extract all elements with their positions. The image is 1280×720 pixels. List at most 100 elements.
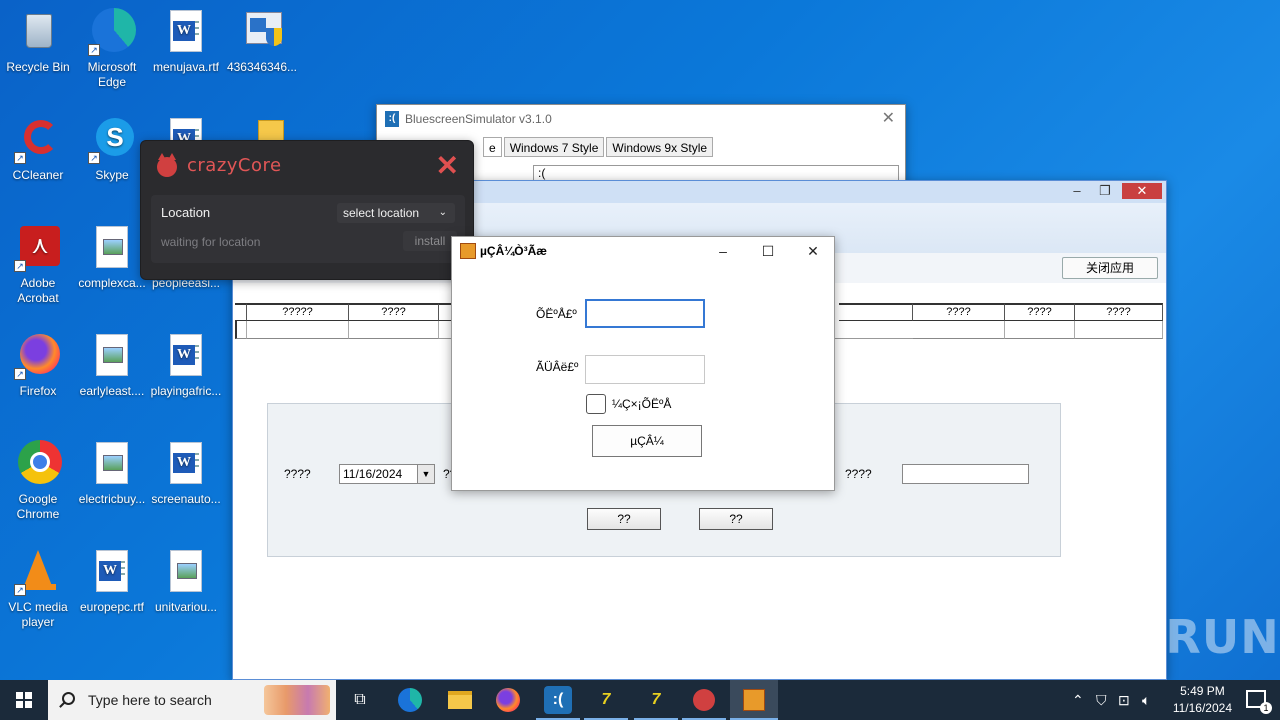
- restore-icon[interactable]: ❐: [1092, 183, 1118, 199]
- remember-checkbox[interactable]: [586, 394, 606, 414]
- desktop-icon-electricbuy[interactable]: electricbuy...: [74, 440, 150, 507]
- location-select[interactable]: select location ⌄: [337, 203, 455, 223]
- taskbar-firefox-icon[interactable]: [494, 686, 522, 714]
- taskbar-login-app-icon[interactable]: [740, 686, 768, 714]
- word-document-icon: W: [88, 548, 136, 596]
- desktop-icon-complexca[interactable]: complexca...: [74, 224, 150, 291]
- grid-cell[interactable]: [349, 321, 439, 339]
- desktop-icon-label: playingafric...: [150, 384, 222, 398]
- grid-row-indicator: [235, 321, 247, 339]
- shortcut-arrow-icon: ↗: [88, 44, 100, 56]
- clock-date: 11/16/2024: [1172, 701, 1232, 715]
- devil-logo-icon: [157, 153, 177, 177]
- close-icon[interactable]: ✕: [1122, 183, 1162, 199]
- chevron-down-icon[interactable]: ▼: [417, 465, 434, 483]
- taskbar-crazycore-icon[interactable]: [690, 686, 718, 714]
- windows-logo-icon: [16, 692, 32, 708]
- grid-cell[interactable]: [1075, 321, 1163, 339]
- desktop-icon-adobe-acrobat[interactable]: ⋏ ↗ Adobe Acrobat: [0, 224, 76, 306]
- desktop-icon-earlyleast[interactable]: earlyleast....: [74, 332, 150, 399]
- grid-cell[interactable]: [913, 321, 1005, 339]
- clock[interactable]: 5:49 PM 11/16/2024: [1173, 683, 1232, 717]
- network-icon[interactable]: ⊡: [1118, 680, 1130, 720]
- app-icon: [460, 243, 476, 259]
- login-button[interactable]: µÇÂ¼: [592, 425, 702, 457]
- reset-button[interactable]: ??: [699, 508, 773, 530]
- search-highlight-image: [264, 685, 330, 715]
- image-file-icon: [88, 440, 136, 488]
- security-icon[interactable]: ⛉: [1096, 680, 1107, 720]
- desktop-icon-google-chrome[interactable]: Google Chrome: [0, 440, 76, 522]
- username-label: ÕËºÅ£º: [536, 307, 577, 321]
- tab-windows-7-style[interactable]: Windows 7 Style: [503, 137, 605, 157]
- desktop-icon-label: Recycle Bin: [6, 60, 70, 74]
- desktop-icon-skype[interactable]: S ↗ Skype: [74, 116, 150, 183]
- password-label: ÃÜÂë£º: [536, 360, 579, 374]
- grid-header-cell[interactable]: ????: [1005, 303, 1075, 321]
- grid-header-cell[interactable]: ????: [1075, 303, 1163, 321]
- install-button[interactable]: install: [403, 231, 457, 251]
- desktop-icon-menujava[interactable]: W menujava.rtf: [148, 8, 224, 75]
- grid-header-cell[interactable]: [839, 303, 913, 321]
- chevron-up-icon[interactable]: ⌃: [1072, 680, 1084, 720]
- taskbar-7zip-icon[interactable]: 7: [642, 686, 670, 714]
- taskbar-file-explorer-icon[interactable]: [446, 686, 474, 714]
- username-input[interactable]: [585, 299, 705, 328]
- tab-windows-9x-style[interactable]: Windows 9x Style: [606, 137, 714, 157]
- taskbar-7zip-icon[interactable]: 7: [592, 686, 620, 714]
- location-label: Location: [161, 205, 211, 220]
- close-icon[interactable]: ✕: [882, 105, 895, 133]
- grid-cell[interactable]: [1005, 321, 1075, 339]
- grid-header-cell[interactable]: ?????: [247, 303, 349, 321]
- desktop-icon-recycle-bin[interactable]: Recycle Bin: [0, 8, 76, 75]
- window-titlebar[interactable]: :( BluescreenSimulator v3.1.0 ✕: [377, 105, 905, 133]
- grid-header-cell[interactable]: ????: [913, 303, 1005, 321]
- maximize-icon[interactable]: ☐: [753, 241, 783, 261]
- tab-partial[interactable]: e: [483, 137, 502, 157]
- word-document-icon: W: [162, 440, 210, 488]
- bluescreen-app-icon: :(: [385, 111, 399, 127]
- password-input[interactable]: [585, 355, 705, 384]
- clock-time: 5:49 PM: [1180, 684, 1225, 698]
- notification-count: 1: [1260, 702, 1272, 714]
- desktop-icon-ccleaner[interactable]: ↗ CCleaner: [0, 116, 76, 183]
- task-view-icon[interactable]: ⧉: [346, 686, 374, 714]
- chevron-down-icon: ⌄: [438, 207, 447, 218]
- minimize-icon[interactable]: –: [708, 241, 738, 261]
- text-field[interactable]: [902, 464, 1029, 484]
- volume-icon[interactable]: 🔈︎: [1142, 680, 1150, 720]
- desktop-icon-vlc[interactable]: ↗ VLC media player: [0, 548, 76, 630]
- close-icon[interactable]: ✕: [436, 149, 459, 182]
- desktop-icon-label: Skype: [95, 168, 129, 182]
- close-icon[interactable]: ✕: [798, 241, 828, 261]
- desktop-icon-436346346[interactable]: 436346346...: [224, 8, 300, 75]
- desktop-icon-label: CCleaner: [12, 168, 64, 182]
- notification-icon[interactable]: 1: [1246, 690, 1272, 714]
- query-button[interactable]: ??: [587, 508, 661, 530]
- search-box[interactable]: Type here to search: [48, 680, 336, 720]
- recycle-bin-icon: [14, 8, 62, 56]
- taskbar-edge-icon[interactable]: [396, 686, 424, 714]
- close-app-button[interactable]: 关闭应用: [1062, 257, 1158, 279]
- form-label: ????: [845, 467, 872, 481]
- desktop-icon-unitvariou[interactable]: unitvariou...: [148, 548, 224, 615]
- desktop-icon-label: europepc.rtf: [79, 600, 145, 614]
- desktop-icon-label: screenauto...: [151, 492, 221, 506]
- shortcut-arrow-icon: ↗: [14, 368, 26, 380]
- date-picker[interactable]: 11/16/2024 ▼: [339, 464, 435, 484]
- desktop-icon-europepc[interactable]: W europepc.rtf: [74, 548, 150, 615]
- desktop-icon-label: complexca...: [78, 276, 146, 290]
- grid-cell[interactable]: [247, 321, 349, 339]
- desktop-icon-microsoft-edge[interactable]: ↗ Microsoft Edge: [74, 8, 150, 90]
- desktop-icon-label: menujava.rtf: [152, 60, 220, 74]
- start-button[interactable]: [0, 680, 48, 720]
- desktop-icon-playingafric[interactable]: W playingafric...: [148, 332, 224, 399]
- taskbar-bluescreen-icon[interactable]: :(: [544, 686, 572, 714]
- grid-header-cell[interactable]: ????: [349, 303, 439, 321]
- crazycore-window: crazyCore ✕ Location select location ⌄ w…: [140, 140, 474, 280]
- desktop-icon-screenauto[interactable]: W screenauto...: [148, 440, 224, 507]
- desktop-icon-firefox[interactable]: ↗ Firefox: [0, 332, 76, 399]
- window-title: BluescreenSimulator v3.1.0: [405, 112, 552, 126]
- minimize-icon[interactable]: –: [1064, 183, 1090, 199]
- window-titlebar[interactable]: µÇÂ¼Ò³Ãæ – ☐ ✕: [452, 237, 834, 265]
